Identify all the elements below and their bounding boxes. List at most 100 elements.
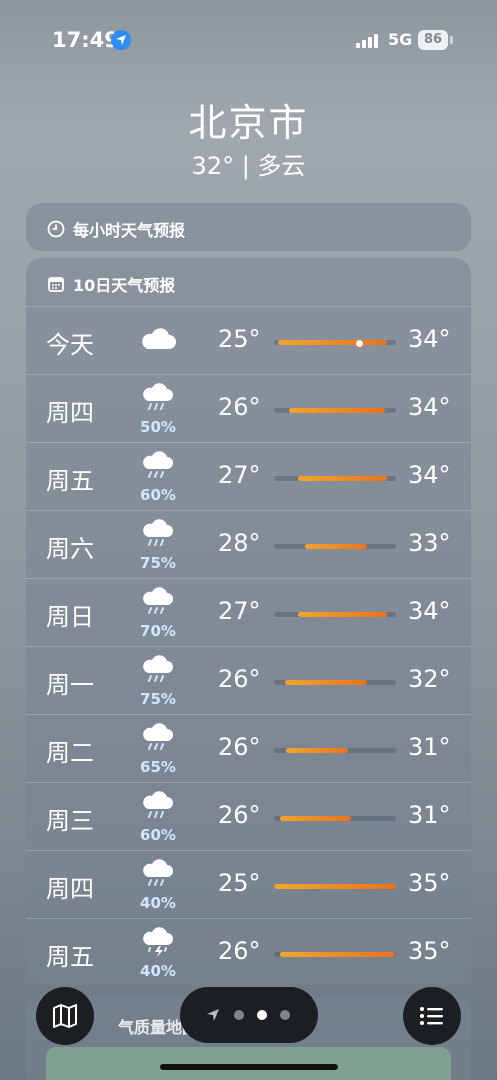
rain-cloud-icon: 65% xyxy=(134,721,182,777)
day-name: 周三 xyxy=(46,807,94,835)
precip-chance: 75% xyxy=(140,554,176,572)
forecast-row[interactable]: 周四 40% 25° 35° xyxy=(26,850,471,919)
map-button[interactable] xyxy=(36,987,94,1045)
day-name: 周五 xyxy=(46,943,94,971)
rain-cloud-icon: 40% xyxy=(134,857,182,913)
day-name: 周四 xyxy=(46,875,94,903)
forecast-row[interactable]: 周五 40% 26° 35° xyxy=(26,918,471,987)
status-bar: 17:49 5G 86 xyxy=(0,0,497,80)
forecast-row[interactable]: 周六 75% 28° 33° xyxy=(26,510,471,579)
temp-range-fill xyxy=(277,340,388,345)
list-icon xyxy=(420,1007,443,1025)
rain-cloud-icon: 75% xyxy=(134,517,182,573)
low-temp: 27° xyxy=(218,597,261,625)
rain-cloud-icon: 50% xyxy=(134,381,182,437)
map-icon xyxy=(53,1004,77,1028)
home-indicator xyxy=(160,1064,338,1070)
signal-icon xyxy=(356,34,378,48)
ten-day-forecast-panel[interactable]: 10日天气预报 今天 25° 34° 周四 50% 26° 34° 周五 60% 27° 34° 周六… xyxy=(26,258,471,985)
page-indicator[interactable] xyxy=(180,987,318,1043)
temp-range-fill xyxy=(288,408,385,413)
page-dot-active[interactable] xyxy=(257,1010,267,1020)
temp-range-bar xyxy=(274,612,396,617)
temp-range-fill xyxy=(280,952,395,957)
hourly-forecast-panel[interactable]: 每小时天气预报 xyxy=(26,203,471,251)
calendar-icon xyxy=(48,277,64,292)
high-temp: 32° xyxy=(408,665,451,693)
battery-icon: 86 xyxy=(418,30,448,50)
clock-icon xyxy=(47,220,65,238)
precip-chance: 50% xyxy=(140,418,176,436)
precip-chance: 60% xyxy=(140,826,176,844)
temp-range-fill xyxy=(304,544,367,549)
page-dot[interactable] xyxy=(280,1010,290,1020)
temp-range-fill xyxy=(286,748,349,753)
high-temp: 31° xyxy=(408,801,451,829)
forecast-row[interactable]: 周日 70% 27° 34° xyxy=(26,578,471,647)
low-temp: 27° xyxy=(218,461,261,489)
low-temp: 26° xyxy=(218,665,261,693)
precip-chance: 60% xyxy=(140,486,176,504)
page-dot[interactable] xyxy=(234,1010,244,1020)
temp-range-bar xyxy=(274,339,396,348)
forecast-row[interactable]: 周四 50% 26° 34° xyxy=(26,374,471,443)
low-temp: 25° xyxy=(218,869,261,897)
high-temp: 35° xyxy=(408,869,451,897)
forecast-row[interactable]: 周一 75% 26° 32° xyxy=(26,646,471,715)
day-name: 周六 xyxy=(46,535,94,563)
temp-range-bar xyxy=(274,544,396,549)
city-name[interactable]: 北京市 xyxy=(0,92,497,147)
precip-chance: 65% xyxy=(140,758,176,776)
high-temp: 34° xyxy=(408,325,451,353)
temp-range-bar xyxy=(274,816,396,821)
forecast-row[interactable]: 今天 25° 34° xyxy=(26,306,471,375)
ten-day-header: 10日天气预报 xyxy=(46,272,175,296)
temp-range-bar xyxy=(274,952,396,957)
low-temp: 26° xyxy=(218,393,261,421)
high-temp: 33° xyxy=(408,529,451,557)
temp-range-fill xyxy=(298,476,388,481)
rain-cloud-icon: 70% xyxy=(134,585,182,641)
day-name: 周二 xyxy=(46,739,94,767)
day-name: 周日 xyxy=(46,603,94,631)
temp-range-fill xyxy=(298,612,388,617)
temp-range-fill xyxy=(280,816,351,821)
temp-range-bar xyxy=(274,408,396,413)
low-temp: 26° xyxy=(218,937,261,965)
location-icon xyxy=(207,1009,219,1021)
temp-range-bar xyxy=(274,680,396,685)
high-temp: 34° xyxy=(408,393,451,421)
temp-range-fill xyxy=(274,884,396,889)
day-name: 周四 xyxy=(46,399,94,427)
day-name: 周五 xyxy=(46,467,94,495)
forecast-row[interactable]: 周五 60% 27° 34° xyxy=(26,442,471,511)
current-temp-marker xyxy=(355,339,365,348)
temp-range-fill xyxy=(284,680,367,685)
temp-range-bar xyxy=(274,748,396,753)
low-temp: 26° xyxy=(218,733,261,761)
forecast-row[interactable]: 周二 65% 26° 31° xyxy=(26,714,471,783)
precip-chance: 40% xyxy=(140,894,176,912)
battery-tip xyxy=(450,36,453,44)
current-conditions: 32° | 多云 xyxy=(191,152,306,180)
precip-chance: 70% xyxy=(140,622,176,640)
city-list-button[interactable] xyxy=(403,987,461,1045)
rain-cloud-icon: 60% xyxy=(134,789,182,845)
low-temp: 26° xyxy=(218,801,261,829)
rain-cloud-icon: 60% xyxy=(134,449,182,505)
day-name: 周一 xyxy=(46,671,94,699)
precip-chance: 75% xyxy=(140,690,176,708)
rain-cloud-icon: 75% xyxy=(134,653,182,709)
cloud-icon xyxy=(134,323,182,379)
high-temp: 35° xyxy=(408,937,451,965)
low-temp: 25° xyxy=(218,325,261,353)
forecast-row[interactable]: 周三 60% 26° 31° xyxy=(26,782,471,851)
day-name: 今天 xyxy=(46,331,94,359)
hourly-header: 每小时天气预报 xyxy=(46,217,185,241)
hourly-title: 每小时天气预报 xyxy=(73,221,186,240)
high-temp: 34° xyxy=(408,461,451,489)
thunderstorm-icon: 40% xyxy=(134,925,182,981)
status-time: 17:49 xyxy=(52,28,119,52)
network-type: 5G xyxy=(388,30,413,49)
location-arrow-icon xyxy=(111,30,131,50)
